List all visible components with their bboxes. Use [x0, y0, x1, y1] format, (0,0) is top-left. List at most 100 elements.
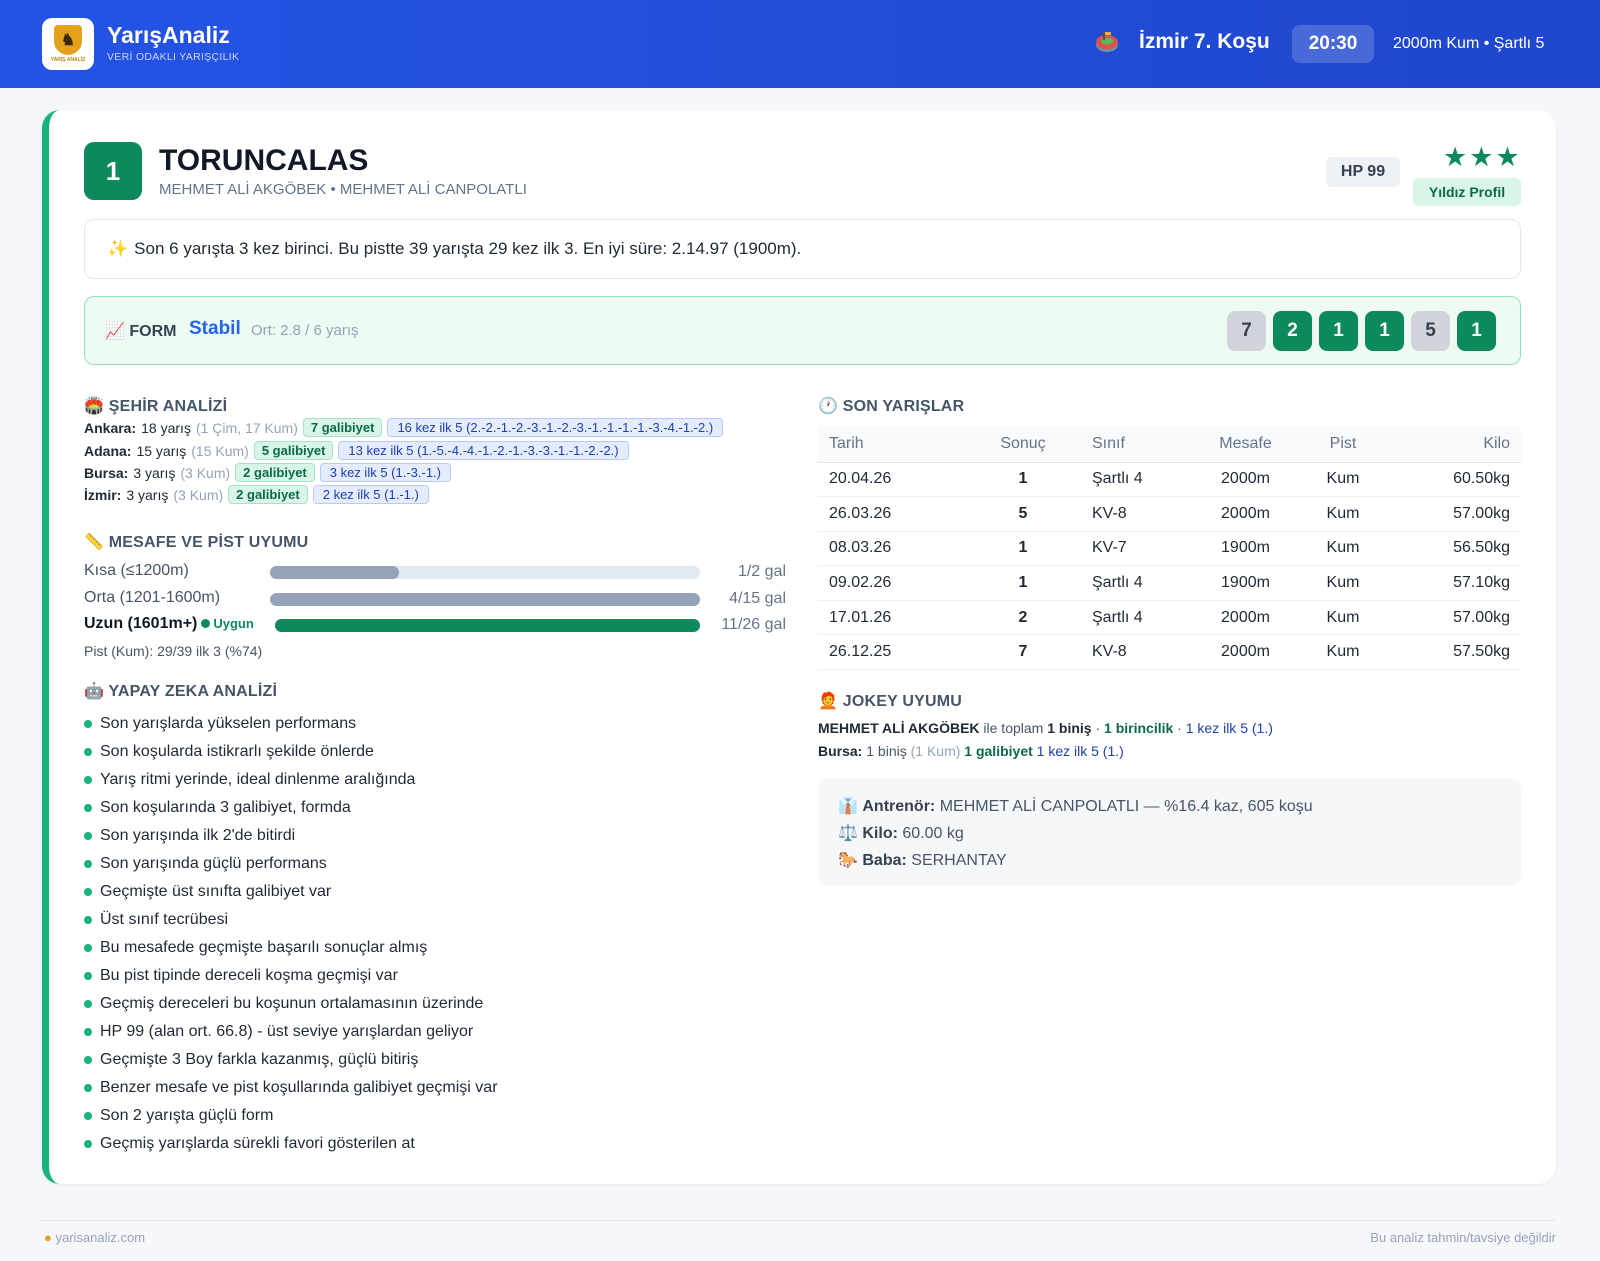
distance-label: Kısa (≤1200m): [84, 562, 189, 580]
column-header[interactable]: Kilo: [1383, 426, 1521, 463]
city-detail: (3 Kum): [173, 486, 224, 503]
horse-number-badge: 1: [84, 142, 142, 200]
distance-value: 1/2 gal: [737, 563, 786, 580]
column-header[interactable]: Sınıf: [1058, 426, 1188, 463]
cell-cls: Şartlı 4: [1058, 565, 1188, 601]
chart-up-icon: 📈: [105, 323, 125, 340]
distance-value: 4/15 gal: [729, 590, 786, 607]
site-logo-icon: ●: [44, 1230, 52, 1245]
distance-bar: [270, 566, 700, 579]
cell-pist: Kum: [1303, 496, 1383, 532]
city-top5-tag: 2 kez ilk 5 (1.-1.): [312, 485, 429, 504]
column-header[interactable]: Tarih: [818, 426, 988, 463]
distance-label: Orta (1201-1600m): [84, 589, 220, 607]
city-name: İzmir:: [84, 486, 122, 503]
cell-res: 1: [988, 462, 1058, 498]
table-row[interactable]: 09.02.26 1 Şartlı 4 1900m Kum 57.10kg: [818, 565, 1521, 601]
distance-bar-fill: [275, 619, 700, 632]
footer-divider: [42, 1220, 1556, 1221]
horse-icon: 🐎: [838, 852, 858, 869]
form-results: 721151: [1227, 311, 1496, 351]
cell-pist: Kum: [1303, 600, 1383, 636]
distance-label: Uzun (1601m+) Uygun: [84, 615, 254, 633]
summary-text: Son 6 yarışta 3 kez birinci. Bu pistte 3…: [134, 239, 802, 258]
sire-row: 🐎 Baba: SERHANTAY: [838, 852, 1007, 869]
cell-kilo: 57.10kg: [1383, 565, 1521, 601]
ai-insight-item: Son 2 yarışta güçlü form: [84, 1102, 498, 1130]
city-detail: (15 Kum): [191, 442, 249, 459]
form-box: 📈 FORM Stabil Ort: 2.8 / 6 yarış 721151: [84, 296, 1521, 365]
ai-insight-item: Son koşularda istikrarlı şekilde önlerde: [84, 738, 498, 766]
cell-kilo: 57.00kg: [1383, 600, 1521, 636]
ai-insight-item: Son koşularında 3 galibiyet, formda: [84, 794, 498, 822]
cell-kilo: 57.00kg: [1383, 496, 1521, 532]
cell-cls: KV-8: [1058, 634, 1188, 671]
cell-res: 7: [988, 634, 1058, 671]
cell-cls: Şartlı 4: [1058, 462, 1188, 498]
table-row[interactable]: 26.12.25 7 KV-8 2000m Kum 57.50kg: [818, 634, 1521, 671]
recent-races-table: Tarih Sonuç Sınıf Mesafe Pist Kilo 20.04.26 1 Ş…: [818, 426, 1521, 671]
city-name: Adana:: [84, 442, 132, 459]
cell-pist: Kum: [1303, 462, 1383, 498]
summary-box: ✨ Son 6 yarışta 3 kez birinci. Bu pistte…: [84, 219, 1521, 279]
ai-insight-item: Geçmiş dereceleri bu koşunun ortalamasın…: [84, 990, 498, 1018]
cell-kilo: 60.50kg: [1383, 462, 1521, 498]
column-header[interactable]: Pist: [1303, 426, 1383, 463]
brand-tagline: VERİ ODAKLI YARIŞÇILIK: [107, 51, 240, 63]
cell-date: 20.04.26: [818, 462, 988, 498]
cell-date: 08.03.26: [818, 531, 988, 567]
column-header[interactable]: Sonuç: [988, 426, 1058, 463]
city-races: 3 yarış: [133, 464, 176, 481]
city-wins-tag: 2 galibiyet: [228, 485, 308, 504]
city-name: Ankara:: [84, 419, 137, 436]
cell-cls: Şartlı 4: [1058, 600, 1188, 636]
stadium-icon: 🏟️: [84, 398, 105, 415]
ai-insight-item: Geçmiş yarışlarda sürekli favori gösteri…: [84, 1130, 498, 1158]
recent-races-title: 🕐 SON YARIŞLAR: [818, 398, 965, 415]
city-top5-tag: 3 kez ilk 5 (1.-3.-1.): [319, 463, 452, 482]
city-row: Ankara: 18 yarış (1 Çim, 17 Kum) 7 galibiye…: [84, 418, 724, 437]
form-status: Stabil: [189, 318, 241, 339]
column-header[interactable]: Mesafe: [1188, 426, 1303, 463]
cell-res: 1: [988, 565, 1058, 601]
scale-icon: ⚖️: [838, 825, 858, 842]
jockey-icon: 🧑‍🦰: [818, 693, 839, 710]
cell-dist: 2000m: [1188, 600, 1303, 636]
distance-bar: [270, 593, 700, 606]
form-label: 📈 FORM: [105, 323, 177, 340]
ai-analysis-title: 🤖 YAPAY ZEKA ANALİZİ: [84, 683, 278, 700]
cell-res: 2: [988, 600, 1058, 636]
table-row[interactable]: 08.03.26 1 KV-7 1900m Kum 56.50kg: [818, 531, 1521, 567]
brand-name[interactable]: YarışAnaliz: [107, 22, 230, 49]
cell-date: 26.03.26: [818, 496, 988, 532]
footer-site[interactable]: ● yarisanaliz.com: [44, 1230, 145, 1245]
city-top5-tag: 16 kez ilk 5 (2.-2.-1.-2.-3.-1.-2.-3.-1.…: [387, 418, 724, 437]
distance-value: 11/26 gal: [721, 616, 786, 633]
jockey-total-line: MEHMET ALİ AKGÖBEK ile toplam 1 biniş · …: [818, 720, 1273, 736]
distance-bar: [275, 619, 700, 632]
form-result-chip: 1: [1365, 311, 1404, 351]
cell-res: 1: [988, 531, 1058, 567]
cell-cls: KV-8: [1058, 496, 1188, 532]
jockey-trainer-line: MEHMET ALİ AKGÖBEK • MEHMET ALİ CANPOLAT…: [159, 181, 527, 198]
ai-insight-item: Bu mesafede geçmişte başarılı sonuçlar a…: [84, 934, 498, 962]
cell-pist: Kum: [1303, 634, 1383, 671]
race-meta: 2000m Kum • Şartlı 5: [1393, 35, 1545, 52]
ruler-icon: 📏: [84, 534, 105, 551]
ai-insight-item: Yarış ritmi yerinde, ideal dinlenme aral…: [84, 766, 498, 794]
jockey-city-line: Bursa: 1 biniş (1 Kum) 1 galibiyet 1 kez…: [818, 743, 1124, 759]
footer-disclaimer: Bu analiz tahmin/tavsiye değildir: [1370, 1230, 1556, 1245]
table-row[interactable]: 17.01.26 2 Şartlı 4 2000m Kum 57.00kg: [818, 600, 1521, 636]
brand-logo[interactable]: ♞ YARIŞ ANALİZ: [42, 18, 94, 70]
distance-label-text: Orta (1201-1600m): [84, 589, 221, 606]
city-races: 18 yarış: [141, 419, 191, 436]
form-result-chip: 5: [1411, 311, 1450, 351]
city-top5-tag: 13 kez ilk 5 (1.-5.-4.-4.-1.-2.-1.-3.-3.…: [338, 441, 629, 460]
ai-insight-item: Bu pist tipinde dereceli koşma geçmişi v…: [84, 962, 498, 990]
weight-row: ⚖️ Kilo: 60.00 kg: [838, 825, 964, 842]
table-row[interactable]: 20.04.26 1 Şartlı 4 2000m Kum 60.50kg: [818, 462, 1521, 498]
table-row[interactable]: 26.03.26 5 KV-8 2000m Kum 57.00kg: [818, 496, 1521, 532]
cell-date: 17.01.26: [818, 600, 988, 636]
city-wins-tag: 5 galibiyet: [253, 441, 334, 460]
ai-insight-item: Üst sınıf tecrübesi: [84, 906, 498, 934]
